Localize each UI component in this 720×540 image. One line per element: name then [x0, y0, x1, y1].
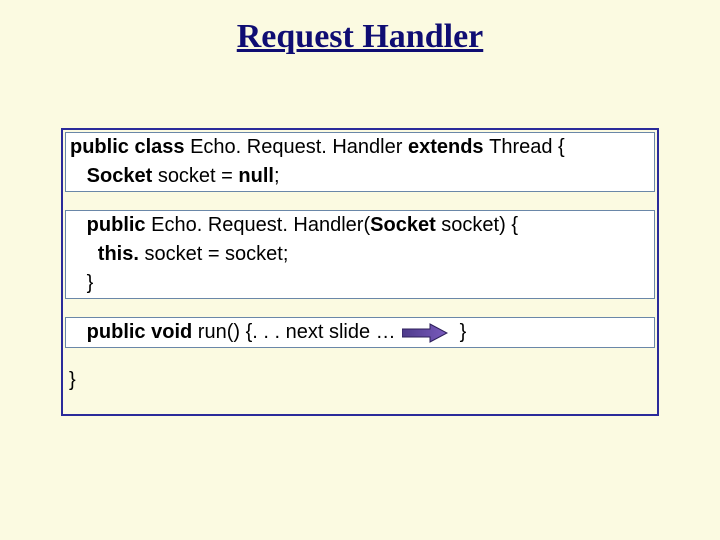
code-text: run() {. . . next slide … — [198, 321, 396, 343]
code-line: Socket socket = null; — [66, 162, 654, 191]
keyword: null — [238, 165, 274, 187]
code-text: } — [460, 321, 467, 343]
arrow-right-icon — [402, 323, 448, 343]
code-block-constructor: public Echo. Request. Handler(Socket soc… — [65, 210, 655, 299]
code-line: public void run() {. . . next slide …} — [66, 318, 654, 347]
keyword: public class — [70, 136, 190, 158]
code-text: ; — [274, 165, 280, 187]
code-text: socket = socket; — [144, 243, 288, 265]
code-line: public Echo. Request. Handler(Socket soc… — [66, 211, 654, 240]
keyword: Socket — [70, 165, 158, 187]
code-text: Echo. Request. Handler( — [151, 214, 370, 236]
keyword: Socket — [370, 214, 441, 236]
keyword: this. — [70, 243, 144, 265]
spacer — [65, 192, 655, 210]
code-block-class-decl: public class Echo. Request. Handler exte… — [65, 132, 655, 192]
keyword: public void — [70, 321, 198, 343]
code-line-closing-brace: } — [65, 366, 655, 395]
slide-title: Request Handler — [0, 18, 720, 56]
spacer — [65, 348, 655, 366]
keyword: public — [70, 214, 151, 236]
code-text: Thread { — [489, 136, 565, 158]
code-block-run-method: public void run() {. . . next slide …} — [65, 317, 655, 348]
code-text: Echo. Request. Handler — [190, 136, 408, 158]
code-text: } — [69, 369, 76, 391]
code-line: public class Echo. Request. Handler exte… — [66, 133, 654, 162]
keyword: extends — [408, 136, 489, 158]
code-text: socket) { — [441, 214, 518, 236]
code-container: public class Echo. Request. Handler exte… — [61, 128, 659, 416]
spacer — [65, 299, 655, 317]
code-line: } — [66, 269, 654, 298]
code-line: this. socket = socket; — [66, 240, 654, 269]
code-text: socket = — [158, 165, 239, 187]
code-text: } — [70, 272, 93, 294]
